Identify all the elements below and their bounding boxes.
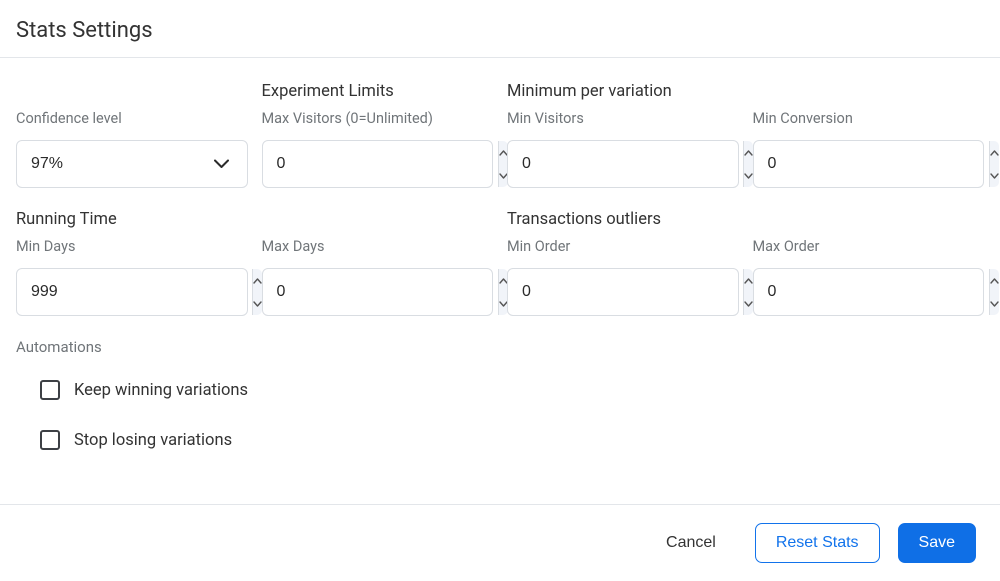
stepper-buttons	[498, 269, 508, 315]
stepper-buttons	[989, 269, 999, 315]
stepper-buttons	[498, 141, 508, 187]
min-days-input[interactable]	[17, 269, 252, 315]
automations-section: Automations Keep winning variations Stop…	[16, 338, 984, 450]
max-days-label: Max Days	[262, 238, 494, 258]
max-days-stepper[interactable]	[262, 268, 494, 316]
row-2: Running Time Min Days Max Days	[16, 210, 984, 316]
section-placeholder	[262, 210, 494, 232]
confidence-label: Confidence level	[16, 110, 248, 130]
min-per-variation-section: Minimum per variation	[507, 82, 739, 104]
keep-winning-checkbox[interactable]: Keep winning variations	[40, 380, 984, 400]
min-visitors-stepper[interactable]	[507, 140, 739, 188]
step-down-icon[interactable]	[990, 292, 999, 315]
min-visitors-input[interactable]	[508, 141, 743, 187]
experiment-limits-section: Experiment Limits	[262, 82, 494, 104]
min-days-stepper[interactable]	[16, 268, 248, 316]
min-order-stepper[interactable]	[507, 268, 739, 316]
max-order-label: Max Order	[753, 238, 985, 258]
section-placeholder	[16, 82, 248, 104]
stop-losing-label: Stop losing variations	[74, 431, 232, 450]
form-area: Confidence level Experiment Limits Max V…	[16, 58, 984, 498]
transactions-outliers-section: Transactions outliers	[507, 210, 739, 232]
col-max-days: Max Days	[262, 210, 494, 316]
reset-stats-button[interactable]: Reset Stats	[755, 523, 880, 563]
max-visitors-stepper[interactable]	[262, 140, 494, 188]
step-down-icon[interactable]	[990, 164, 999, 187]
step-down-icon[interactable]	[744, 292, 753, 315]
checkbox-icon[interactable]	[40, 380, 60, 400]
section-placeholder	[753, 210, 985, 232]
stepper-buttons	[252, 269, 262, 315]
col-max-visitors: Experiment Limits Max Visitors (0=Unlimi…	[262, 82, 494, 188]
row-1: Confidence level Experiment Limits Max V…	[16, 82, 984, 188]
min-days-label: Min Days	[16, 238, 248, 258]
min-conversion-stepper[interactable]	[753, 140, 985, 188]
automations-title: Automations	[16, 338, 984, 356]
confidence-value[interactable]	[17, 141, 252, 187]
section-placeholder	[753, 82, 985, 104]
step-down-icon[interactable]	[744, 164, 753, 187]
min-conversion-input[interactable]	[754, 141, 989, 187]
max-visitors-input[interactable]	[263, 141, 498, 187]
min-order-label: Min Order	[507, 238, 739, 258]
stepper-buttons	[989, 141, 999, 187]
min-visitors-label: Min Visitors	[507, 110, 739, 130]
step-up-icon[interactable]	[990, 269, 999, 292]
step-up-icon[interactable]	[744, 141, 753, 164]
stepper-buttons	[743, 269, 753, 315]
max-visitors-label: Max Visitors (0=Unlimited)	[262, 110, 494, 130]
min-conversion-label: Min Conversion	[753, 110, 985, 130]
confidence-select[interactable]	[16, 140, 248, 188]
col-min-order: Transactions outliers Min Order	[507, 210, 739, 316]
keep-winning-label: Keep winning variations	[74, 381, 248, 400]
step-up-icon[interactable]	[253, 269, 262, 292]
min-order-input[interactable]	[508, 269, 743, 315]
col-min-conversion: Min Conversion	[753, 82, 985, 188]
checkbox-icon[interactable]	[40, 430, 60, 450]
max-order-stepper[interactable]	[753, 268, 985, 316]
stepper-buttons	[743, 141, 753, 187]
stop-losing-checkbox[interactable]: Stop losing variations	[40, 430, 984, 450]
save-button[interactable]: Save	[898, 523, 976, 563]
max-days-input[interactable]	[263, 269, 498, 315]
step-down-icon[interactable]	[253, 292, 262, 315]
max-order-input[interactable]	[754, 269, 989, 315]
step-up-icon[interactable]	[744, 269, 753, 292]
page-title: Stats Settings	[16, 18, 984, 43]
col-min-visitors: Minimum per variation Min Visitors	[507, 82, 739, 188]
step-up-icon[interactable]	[990, 141, 999, 164]
col-confidence: Confidence level	[16, 82, 248, 188]
cancel-button[interactable]: Cancel	[645, 523, 737, 563]
col-max-order: Max Order	[753, 210, 985, 316]
col-min-days: Running Time Min Days	[16, 210, 248, 316]
footer: Cancel Reset Stats Save	[0, 504, 1000, 581]
running-time-section: Running Time	[16, 210, 248, 232]
